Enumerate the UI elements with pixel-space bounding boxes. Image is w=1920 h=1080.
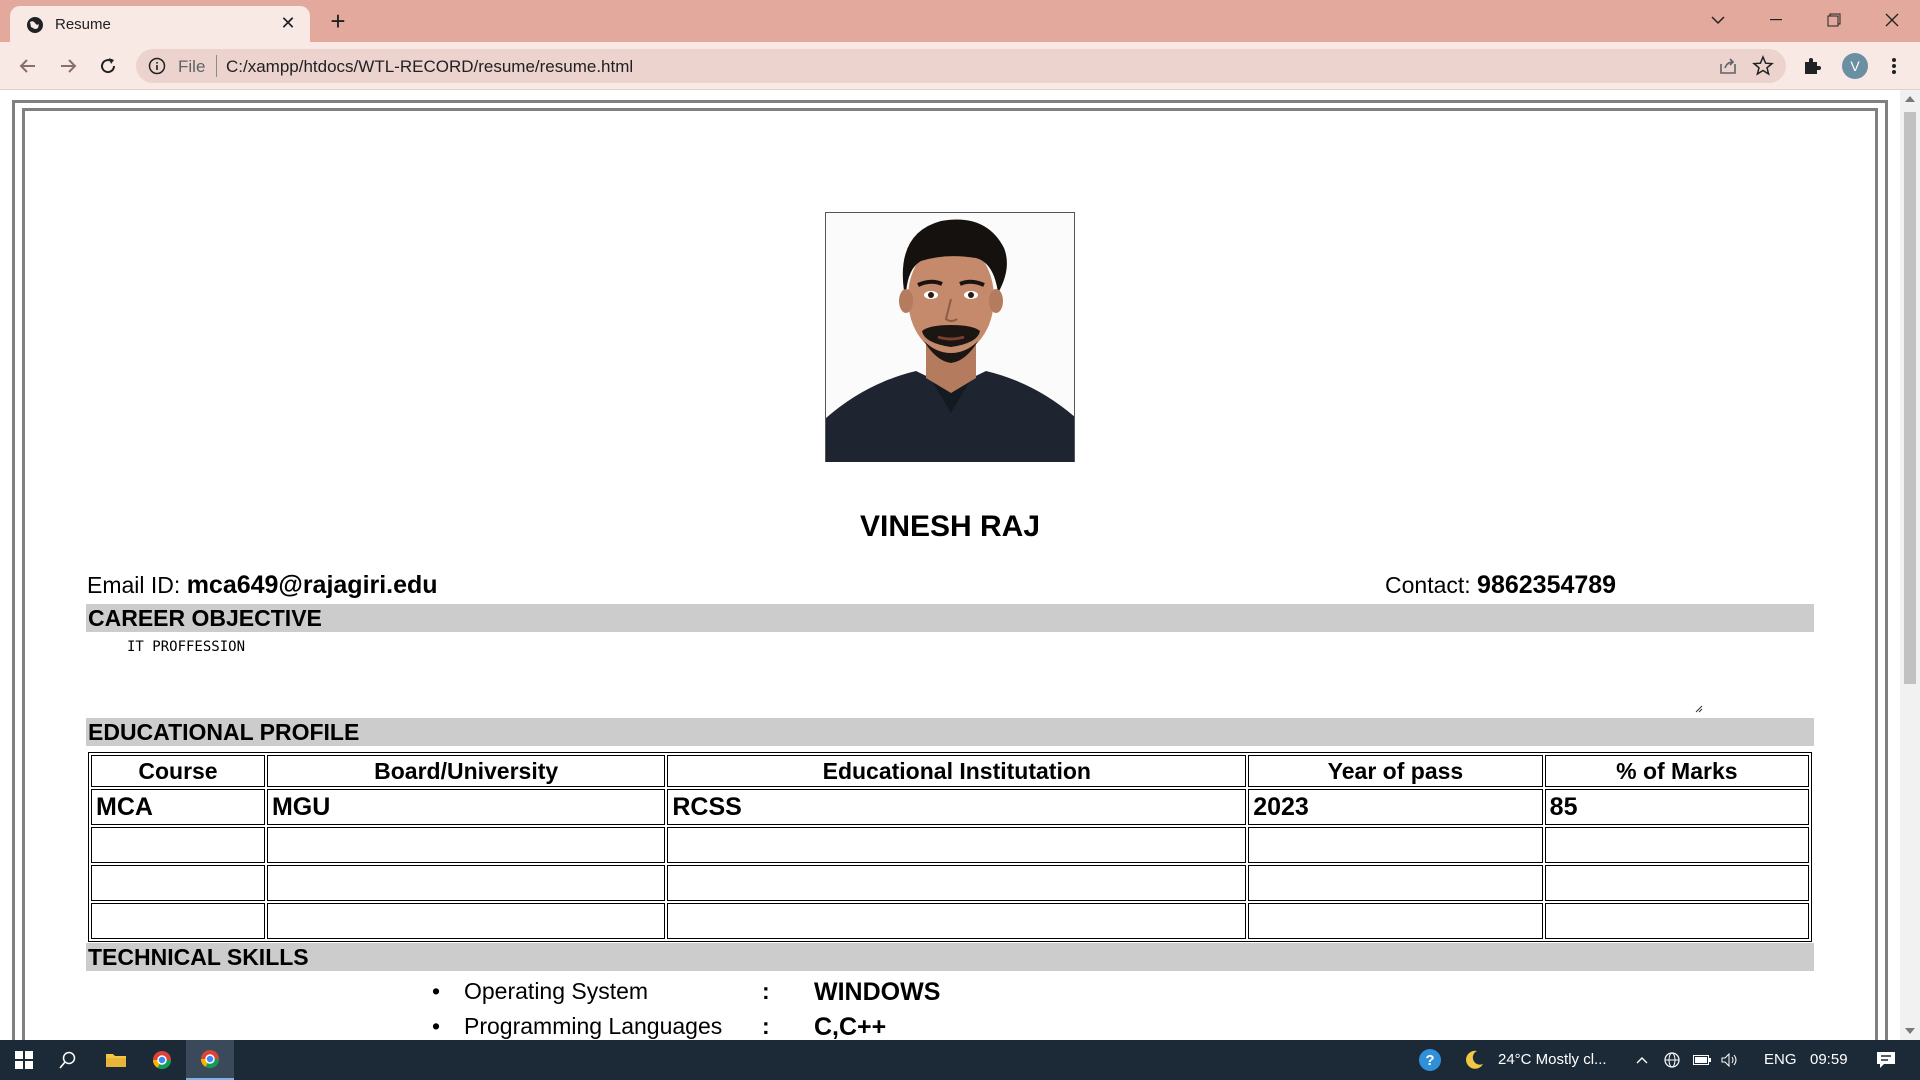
table-cell (91, 827, 265, 863)
contact-label: Contact: (1385, 572, 1471, 598)
table-cell (1248, 827, 1543, 863)
scroll-up-arrow-icon[interactable] (1905, 96, 1915, 102)
section-educational-profile: EDUCATIONAL PROFILE (86, 718, 1814, 746)
table-cell (667, 827, 1247, 863)
minimize-button[interactable] (1748, 0, 1804, 40)
browser-toolbar: File C:/xampp/htdocs/WTL-RECORD/resume/r… (0, 42, 1920, 90)
header-board-university: Board/University (266, 755, 666, 787)
table-cell (1544, 903, 1809, 939)
contact-row: Contact: 9862354789 (1385, 571, 1616, 600)
restore-button[interactable] (1806, 0, 1862, 40)
weather-text[interactable]: 24°C Mostly cl... (1498, 1051, 1607, 1068)
resume-name: VINESH RAJ (859, 510, 1041, 543)
address-url[interactable]: C:/xampp/htdocs/WTL-RECORD/resume/resume… (226, 57, 633, 77)
forward-arrow-icon[interactable] (54, 52, 82, 80)
close-window-button[interactable] (1864, 0, 1920, 40)
resize-grip-icon[interactable] (1693, 703, 1703, 713)
table-row (91, 827, 1809, 863)
header-percent-marks: % of Marks (1544, 755, 1809, 787)
section-career-objective: CAREER OBJECTIVE (86, 604, 1814, 632)
header-year-of-pass: Year of pass (1248, 755, 1543, 787)
battery-icon[interactable] (1688, 1040, 1716, 1080)
email-label: Email ID: (87, 572, 181, 598)
reload-icon[interactable] (94, 52, 122, 80)
page-scrollbar[interactable] (1900, 90, 1920, 1040)
header-course: Course (91, 755, 265, 787)
windows-start-icon[interactable] (0, 1040, 48, 1080)
chrome-profile-icon[interactable] (186, 1040, 234, 1080)
table-cell (1248, 865, 1543, 901)
tray-chevron-up-icon[interactable] (1628, 1040, 1656, 1080)
bullet-icon: • (432, 1013, 441, 1039)
section-technical-skills: TECHNICAL SKILLS (86, 943, 1814, 971)
info-icon[interactable] (148, 57, 166, 75)
notifications-icon[interactable] (1862, 1040, 1910, 1080)
globe-icon (27, 17, 43, 33)
table-cell: 85 (1544, 789, 1809, 825)
skill-label: Programming Languages (464, 1013, 723, 1039)
contact-value: 9862354789 (1477, 571, 1617, 599)
back-arrow-icon[interactable] (14, 52, 42, 80)
tab-close-icon[interactable]: ✕ (278, 13, 298, 33)
table-row: MCA MGU RCSS 2023 85 (91, 789, 1809, 825)
bullet-icon: • (432, 978, 441, 1004)
chrome-icon[interactable] (138, 1040, 186, 1080)
table-cell: 2023 (1248, 789, 1543, 825)
weather-moon-icon[interactable] (1450, 1040, 1498, 1080)
browser-titlebar: Resume ✕ + (0, 0, 1920, 42)
scroll-down-arrow-icon[interactable] (1905, 1028, 1915, 1034)
table-cell (266, 903, 666, 939)
extensions-puzzle-icon[interactable] (1798, 52, 1826, 80)
tab-title: Resume (55, 16, 111, 33)
scrollbar-thumb[interactable] (1904, 112, 1916, 684)
new-tab-button[interactable]: + (324, 7, 352, 35)
table-header-row: Course Board/University Educational Inst… (91, 755, 1809, 787)
table-cell: RCSS (667, 789, 1247, 825)
table-cell (91, 903, 265, 939)
file-explorer-icon[interactable] (92, 1040, 140, 1080)
table-cell (667, 903, 1247, 939)
bookmark-star-icon[interactable] (1752, 55, 1774, 77)
table-cell (266, 827, 666, 863)
address-bar[interactable]: File C:/xampp/htdocs/WTL-RECORD/resume/r… (136, 49, 1786, 83)
browser-tab-resume[interactable]: Resume ✕ (10, 6, 310, 42)
language-indicator[interactable]: ENG (1764, 1051, 1797, 1068)
svg-text:?: ? (1425, 1052, 1434, 1069)
table-cell (1544, 827, 1809, 863)
skill-value: C,C++ (814, 1013, 887, 1040)
skill-value: WINDOWS (814, 978, 941, 1006)
table-cell (91, 865, 265, 901)
header-educational-institution: Educational Institutation (667, 755, 1247, 787)
tab-search-chevron-icon[interactable] (1690, 0, 1746, 40)
career-objective-text: IT PROFFESSION (127, 639, 246, 655)
share-icon[interactable] (1718, 56, 1738, 76)
skill-label: Operating System (464, 978, 649, 1004)
address-scheme-label: File (178, 57, 206, 76)
table-cell (1248, 903, 1543, 939)
menu-kebab-icon[interactable] (1880, 52, 1908, 80)
table-cell (266, 865, 666, 901)
search-icon[interactable] (44, 1040, 92, 1080)
network-globe-icon[interactable] (1658, 1040, 1686, 1080)
page-viewport: VINESH RAJ Email ID: mca649@rajagiri.edu… (0, 90, 1900, 1040)
table-row (91, 865, 1809, 901)
windows-taskbar: ? 24°C Mostly cl... ENG 09:59 (0, 1040, 1920, 1080)
career-objective-textarea[interactable]: IT PROFFESSION (120, 637, 1705, 715)
clock-time[interactable]: 09:59 (1810, 1051, 1848, 1068)
table-row (91, 903, 1809, 939)
table-cell: MCA (91, 789, 265, 825)
skill-separator: : (762, 978, 770, 1004)
table-cell (667, 865, 1247, 901)
email-row: Email ID: mca649@rajagiri.edu (87, 571, 438, 600)
address-divider (216, 55, 217, 77)
profile-photo (825, 212, 1075, 462)
volume-icon[interactable] (1716, 1040, 1744, 1080)
skill-separator: : (762, 1013, 770, 1039)
table-cell (1544, 865, 1809, 901)
table-cell: MGU (266, 789, 666, 825)
email-value: mca649@rajagiri.edu (186, 571, 438, 599)
help-icon[interactable]: ? (1406, 1040, 1454, 1080)
profile-avatar[interactable]: V (1842, 53, 1868, 79)
education-table: Course Board/University Educational Inst… (88, 752, 1812, 942)
